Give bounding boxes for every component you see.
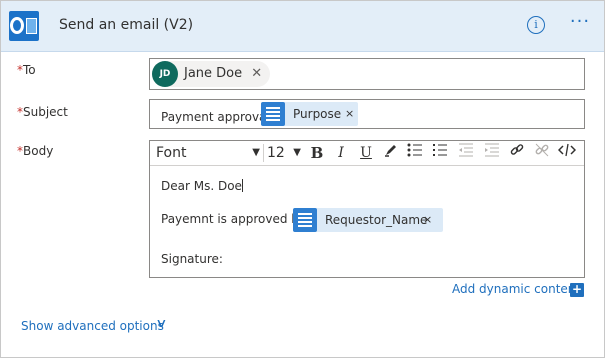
numbered-list-icon[interactable] [429, 143, 451, 163]
action-header[interactable]: Send an email (V2) i ··· [1, 1, 604, 52]
subject-label: *Subject [17, 105, 68, 119]
chevron-down-icon: ▼ [252, 147, 260, 158]
body-greeting-text: Dear Ms. Doe [161, 179, 242, 193]
italic-button[interactable]: I [330, 143, 352, 163]
toolbar-divider [263, 144, 264, 162]
action-title: Send an email (V2) [59, 17, 194, 33]
bold-button[interactable]: B [306, 143, 328, 163]
avatar: JD [152, 61, 178, 87]
subject-text: Payment approval [161, 110, 270, 124]
outlook-envelope-glyph [26, 18, 37, 34]
to-label: *To [17, 63, 36, 77]
font-family-value: Font [156, 145, 187, 161]
add-dynamic-content-plus-icon[interactable]: + [570, 283, 584, 297]
token-label: Requestor_Name [325, 213, 428, 227]
chevron-down-icon[interactable]: ∨ [155, 316, 167, 330]
underline-button[interactable]: U [355, 143, 377, 163]
body-editor[interactable]: Font ▼ 12 ▼ B I U Dear Ms. Doe Payemnt i… [149, 140, 585, 278]
code-view-icon[interactable] [556, 143, 578, 163]
bulleted-list-icon[interactable] [404, 143, 426, 163]
outlook-o-glyph [10, 17, 24, 34]
rich-text-toolbar: Font ▼ 12 ▼ B I U [150, 141, 584, 166]
body-approval-text: Payemnt is approved by [161, 212, 306, 226]
remove-token-icon[interactable]: × [423, 208, 432, 232]
body-greeting-line: Dear Ms. Doe [161, 179, 243, 193]
show-advanced-options-link[interactable]: Show advanced options [21, 319, 164, 333]
recipient-chip[interactable]: JD Jane Doe ✕ [152, 61, 271, 87]
dynamic-token-requestor-name[interactable]: Requestor_Name × [293, 208, 443, 232]
to-label-text: To [23, 63, 36, 77]
outlook-icon [9, 11, 39, 41]
remove-token-icon[interactable]: × [345, 102, 354, 126]
to-field[interactable]: JD Jane Doe ✕ [149, 58, 585, 90]
font-size-select[interactable]: 12 ▼ [267, 144, 301, 162]
link-icon[interactable] [506, 143, 528, 163]
dynamic-content-icon [293, 208, 317, 232]
body-label-text: Body [23, 144, 54, 158]
decrease-indent-icon[interactable] [455, 143, 477, 163]
dynamic-content-icon [261, 102, 285, 126]
info-icon[interactable]: i [527, 16, 545, 34]
text-cursor [241, 179, 243, 192]
body-label: *Body [17, 144, 53, 158]
font-size-value: 12 [267, 145, 285, 161]
font-family-select[interactable]: Font ▼ [156, 144, 260, 162]
highlight-icon[interactable] [380, 143, 402, 163]
token-label: Purpose [293, 107, 342, 121]
dynamic-token-purpose[interactable]: Purpose × [261, 102, 358, 126]
unlink-icon[interactable] [531, 143, 553, 163]
add-dynamic-content-link[interactable]: Add dynamic content [452, 282, 580, 296]
remove-recipient-icon[interactable]: ✕ [251, 61, 262, 87]
subject-label-text: Subject [23, 105, 68, 119]
recipient-name: Jane Doe [184, 66, 243, 81]
subject-field[interactable]: Payment approval Purpose × [149, 99, 585, 129]
body-signature-text: Signature: [161, 252, 223, 266]
more-options-icon[interactable]: ··· [567, 11, 593, 35]
increase-indent-icon[interactable] [481, 143, 503, 163]
action-card: Send an email (V2) i ··· *To JD Jane Doe… [0, 0, 605, 358]
chevron-down-icon: ▼ [293, 147, 301, 158]
